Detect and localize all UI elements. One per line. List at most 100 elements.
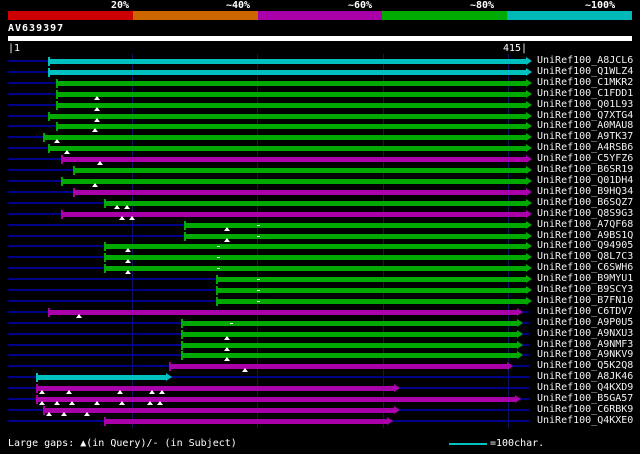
alignment-bar[interactable] <box>104 418 388 424</box>
arrowhead-icon <box>507 362 514 371</box>
alignment-bar[interactable] <box>56 102 527 108</box>
alignment-bar[interactable] <box>74 168 527 174</box>
alignment-bar[interactable] <box>44 135 527 141</box>
alignment-bar[interactable] <box>217 277 527 283</box>
alignment-start-tick <box>103 198 106 208</box>
subject-gap-marker <box>217 246 221 248</box>
alignment-start-tick <box>181 351 184 361</box>
alignment-start-tick <box>60 155 63 165</box>
legend-segment-~60% <box>257 11 383 20</box>
legend-label-20: 20% <box>111 0 130 11</box>
alignment-bar[interactable] <box>56 80 527 86</box>
alignment-bar[interactable] <box>49 113 527 119</box>
alignment-bar[interactable] <box>104 255 527 261</box>
alignment-bar[interactable] <box>56 91 527 97</box>
alignment-bar[interactable] <box>104 200 527 206</box>
alignment-start-tick <box>103 416 106 426</box>
alignment-start-tick <box>48 307 51 317</box>
ruler-end-label: 415| <box>503 43 528 54</box>
alignment-bar[interactable] <box>217 288 527 294</box>
alignment-bar[interactable] <box>217 298 527 304</box>
alignment-bar[interactable] <box>184 222 527 228</box>
legend-label-40: ~40% <box>226 0 251 11</box>
hit-row: UniRef100_A7QF68 <box>0 219 640 231</box>
scale-bar <box>449 443 487 445</box>
arrowhead-icon <box>526 264 532 273</box>
alignment-bar[interactable] <box>36 397 516 403</box>
alignment-start-tick <box>216 296 219 306</box>
hit-label[interactable]: UniRef100_C1FDD1 <box>537 88 633 100</box>
query-name: AV639397 <box>8 23 65 34</box>
alignment-bar[interactable] <box>36 386 396 392</box>
hit-row: UniRef100_A9NXU3 <box>0 328 640 340</box>
arrowhead-icon <box>166 373 173 382</box>
subject-gap-marker <box>257 290 261 292</box>
hit-rows: UniRef100_A8JCL6 UniRef100_Q1WLZ4 UniRef10… <box>0 55 640 427</box>
arrowhead-icon <box>526 78 532 87</box>
arrowhead-icon <box>394 384 401 393</box>
gaps-legend: Large gaps: ▲(in Query)/- (in Subject) <box>8 438 237 449</box>
alignment-start-tick <box>73 166 76 176</box>
subject-gap-marker <box>217 257 221 259</box>
alignment-start-tick <box>103 264 106 274</box>
alignment-overview: 20% ~40% ~60% ~80% ~100% AV639397 |1 415… <box>0 0 640 454</box>
arrowhead-icon <box>526 286 532 295</box>
subject-gap-marker <box>257 235 261 237</box>
alignment-bar[interactable] <box>49 146 527 152</box>
arrowhead-icon <box>517 329 524 338</box>
alignment-bar[interactable] <box>61 178 527 184</box>
alignment-start-tick <box>216 275 219 285</box>
alignment-start-tick <box>48 57 51 66</box>
arrowhead-icon <box>526 296 532 305</box>
scale-label: =100char. <box>490 438 545 449</box>
alignment-start-tick <box>48 111 51 121</box>
alignment-bar[interactable] <box>49 309 519 315</box>
alignment-bar[interactable] <box>182 353 519 359</box>
hit-label[interactable]: UniRef100_Q4KXE0 <box>537 415 633 427</box>
alignment-bar[interactable] <box>56 124 527 130</box>
alignment-bar[interactable] <box>49 59 527 64</box>
arrowhead-icon <box>526 242 532 251</box>
arrowhead-icon <box>517 318 524 327</box>
subject-gap-marker <box>257 300 261 302</box>
arrowhead-icon <box>526 198 532 207</box>
alignment-bar[interactable] <box>104 244 527 250</box>
alignment-start-tick <box>183 231 186 241</box>
alignment-bar[interactable] <box>49 69 527 75</box>
alignment-bar[interactable] <box>44 408 396 413</box>
alignment-bar[interactable] <box>104 266 527 272</box>
hit-label[interactable]: UniRef100_Q8S9G3 <box>537 208 633 220</box>
alignment-start-tick <box>181 340 184 350</box>
legend-segment-~40% <box>132 11 258 20</box>
alignment-bar[interactable] <box>184 233 527 239</box>
arrowhead-icon <box>526 144 532 153</box>
arrowhead-icon <box>526 100 532 109</box>
alignment-start-tick <box>181 318 184 328</box>
query-bar <box>8 36 632 41</box>
hit-label[interactable]: UniRef100_A9NXU3 <box>537 328 633 340</box>
arrowhead-icon <box>517 340 524 349</box>
alignment-bar[interactable] <box>36 375 168 381</box>
alignment-bar[interactable] <box>182 331 519 337</box>
arrowhead-icon <box>526 253 532 262</box>
arrowhead-icon <box>526 89 532 98</box>
legend-label-100: ~100% <box>585 0 616 11</box>
arrowhead-icon <box>526 209 532 218</box>
alignment-start-tick <box>183 220 186 230</box>
subject-gap-marker <box>217 268 221 270</box>
hit-label[interactable]: UniRef100_Q01L93 <box>537 99 633 111</box>
identity-legend-bar <box>8 11 632 20</box>
alignment-bar[interactable] <box>74 189 527 195</box>
legend-label-80: ~80% <box>470 0 495 11</box>
hit-label[interactable]: UniRef100_A7QF68 <box>537 219 633 231</box>
alignment-bar[interactable] <box>169 364 509 370</box>
alignment-start-tick <box>60 176 63 186</box>
subject-gap-marker <box>229 322 233 324</box>
legend-segment-20% <box>8 11 133 20</box>
alignment-bar[interactable] <box>182 342 519 348</box>
alignment-start-tick <box>181 329 184 339</box>
arrowhead-icon <box>526 111 532 120</box>
legend-segment-~80% <box>382 11 508 20</box>
alignment-bar[interactable] <box>61 157 527 163</box>
alignment-start-tick <box>55 100 58 110</box>
